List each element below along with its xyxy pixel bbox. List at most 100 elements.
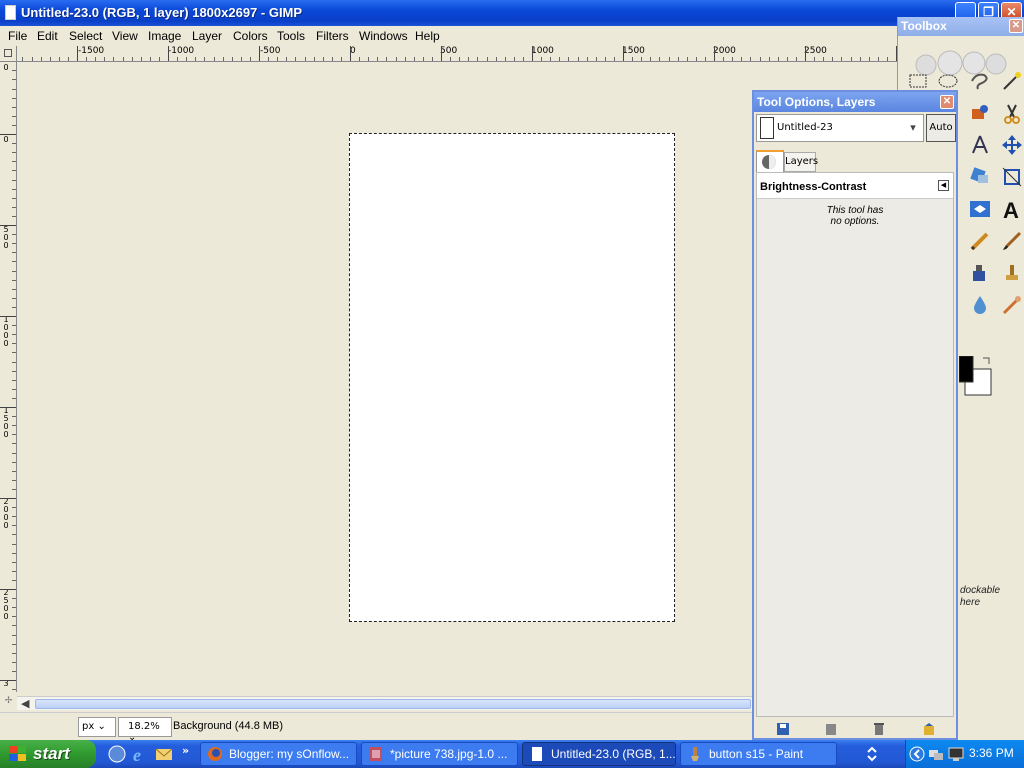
ruler-tick bbox=[0, 680, 16, 681]
menu-windows[interactable]: Windows bbox=[359, 29, 408, 43]
network-icon[interactable] bbox=[928, 746, 944, 762]
menu-image[interactable]: Image bbox=[148, 29, 181, 43]
task-label: Blogger: my sOnflow... bbox=[229, 747, 350, 761]
menu-tools[interactable]: Tools bbox=[277, 29, 305, 43]
clone-icon[interactable] bbox=[1000, 261, 1024, 285]
svg-text:e: e bbox=[133, 745, 141, 763]
ruler-tick bbox=[814, 57, 816, 61]
scissors-icon[interactable] bbox=[1000, 101, 1024, 125]
menu-file[interactable]: File bbox=[8, 29, 27, 43]
quick-mask-toggle[interactable] bbox=[0, 46, 17, 62]
flip-icon[interactable] bbox=[968, 197, 992, 221]
ruler-tick bbox=[777, 57, 779, 61]
free-select-icon[interactable] bbox=[968, 69, 992, 93]
monitor-icon[interactable] bbox=[948, 746, 964, 762]
unit-select[interactable]: px ⌄ bbox=[78, 717, 116, 737]
ruler-tick bbox=[823, 57, 825, 61]
internet-explorer-icon[interactable]: e bbox=[132, 745, 150, 763]
toolbox-close-button[interactable]: ✕ bbox=[1009, 19, 1023, 33]
task-paint[interactable]: button s15 - Paint bbox=[680, 742, 837, 766]
start-label: start bbox=[33, 744, 70, 763]
task-picture[interactable]: *picture 738.jpg-1.0 ... bbox=[361, 742, 518, 766]
ruler-tick bbox=[786, 57, 788, 61]
tool-options-panel: Brightness-Contrast ◀ This tool has no o… bbox=[756, 172, 954, 717]
fg-bg-color-swatch[interactable] bbox=[959, 356, 999, 401]
menu-view[interactable]: View bbox=[112, 29, 138, 43]
task-blogger[interactable]: Blogger: my sOnflow... bbox=[200, 742, 357, 766]
taskbar: start e » Blogger: my sOnflow... *pictur… bbox=[0, 740, 1024, 768]
ruler-label: 1000 bbox=[3, 315, 9, 348]
horizontal-ruler[interactable]: -1500 -1000 -500 0 500 1000 1500 2000 25… bbox=[17, 46, 897, 62]
tab-tool-options[interactable] bbox=[756, 150, 784, 172]
no-options-line: This tool has bbox=[826, 205, 884, 216]
crop-icon[interactable] bbox=[1000, 165, 1024, 189]
vertical-ruler[interactable]: 0 0 500 1000 1500 2000 2500 3 bbox=[0, 62, 17, 692]
ruler-label: -1000 bbox=[168, 46, 195, 56]
tray-expand-icon[interactable] bbox=[909, 746, 925, 762]
ruler-tick bbox=[859, 57, 861, 61]
color-select-icon[interactable] bbox=[968, 101, 992, 125]
show-desktop-icon[interactable] bbox=[108, 745, 126, 763]
outlook-express-icon[interactable] bbox=[155, 745, 173, 763]
move-icon[interactable] bbox=[1000, 133, 1024, 157]
window-titlebar[interactable]: Untitled-23.0 (RGB, 1 layer) 1800x2697 -… bbox=[0, 0, 1024, 26]
taskbar-scroll-icon[interactable] bbox=[865, 744, 879, 764]
start-button[interactable]: start bbox=[0, 740, 96, 768]
panel-menu-icon[interactable]: ◀ bbox=[938, 180, 949, 191]
scrollbar-thumb[interactable] bbox=[35, 699, 751, 709]
menu-edit[interactable]: Edit bbox=[37, 29, 58, 43]
reset-options-icon[interactable] bbox=[922, 722, 936, 736]
menu-select[interactable]: Select bbox=[69, 29, 102, 43]
toolbox-title: Toolbox bbox=[901, 19, 947, 33]
firefox-icon bbox=[208, 747, 222, 761]
scroll-left-icon[interactable]: ◀ bbox=[21, 697, 29, 710]
blur-icon[interactable] bbox=[968, 293, 992, 317]
tool-options-dock: Tool Options, Layers ✕ Untitled-23 ▾ Aut… bbox=[752, 90, 958, 740]
toolbox-titlebar[interactable]: Toolbox ✕ bbox=[898, 17, 1024, 36]
menubar: File Edit Select View Image Layer Colors… bbox=[0, 26, 900, 46]
ruler-tick bbox=[877, 57, 879, 61]
image-selector[interactable]: Untitled-23 ▾ bbox=[756, 114, 924, 142]
text-icon[interactable]: A bbox=[1000, 197, 1024, 221]
smudge-icon[interactable] bbox=[1000, 293, 1024, 317]
menu-filters[interactable]: Filters bbox=[316, 29, 349, 43]
ruler-label: 500 bbox=[440, 46, 458, 56]
navigate-icon[interactable]: ✢ bbox=[0, 696, 17, 710]
image-thumbnail bbox=[760, 117, 774, 139]
dock-titlebar[interactable]: Tool Options, Layers ✕ bbox=[754, 92, 956, 112]
paintbrush-icon[interactable] bbox=[1000, 229, 1024, 253]
auto-button[interactable]: Auto bbox=[926, 114, 956, 142]
pencil-icon[interactable] bbox=[968, 229, 992, 253]
zoom-select[interactable]: 18.2% ⌄ bbox=[118, 717, 172, 743]
tab-layers[interactable]: Layers bbox=[784, 152, 818, 172]
ruler-label: 2000 bbox=[3, 497, 9, 530]
delete-options-icon[interactable] bbox=[872, 722, 886, 736]
zoom-value: 18.2% bbox=[128, 721, 160, 732]
menu-layer[interactable]: Layer bbox=[192, 29, 222, 43]
restore-options-icon[interactable] bbox=[824, 722, 838, 736]
fuzzy-select-icon[interactable] bbox=[1000, 69, 1024, 93]
paths-icon[interactable] bbox=[968, 133, 992, 157]
save-options-icon[interactable] bbox=[776, 722, 790, 736]
ruler-label: 1500 bbox=[3, 406, 9, 439]
dock-close-button[interactable]: ✕ bbox=[940, 95, 954, 109]
ruler-label: -1500 bbox=[78, 46, 105, 56]
clock: 3:36 PM bbox=[969, 746, 1014, 760]
color-picker-icon[interactable] bbox=[968, 165, 992, 189]
chevron-down-icon[interactable]: ▾ bbox=[905, 117, 921, 139]
ruler-label: 2500 bbox=[3, 588, 9, 621]
ruler-tick bbox=[0, 225, 16, 226]
ruler-tick bbox=[350, 46, 351, 61]
menu-colors[interactable]: Colors bbox=[233, 29, 268, 43]
image-canvas[interactable] bbox=[349, 133, 675, 622]
ruler-label: 0 bbox=[3, 135, 9, 144]
ruler-tick bbox=[714, 46, 715, 61]
task-untitled-gimp[interactable]: Untitled-23.0 (RGB, 1... bbox=[522, 742, 676, 766]
menu-help[interactable]: Help bbox=[415, 29, 440, 43]
ruler-tick bbox=[759, 57, 761, 61]
dock-hint-line: here bbox=[960, 597, 981, 608]
horizontal-scrollbar[interactable]: ◀ bbox=[17, 696, 752, 710]
quicklaunch-more[interactable]: » bbox=[182, 744, 189, 757]
ink-icon[interactable] bbox=[968, 261, 992, 285]
ruler-label: 1500 bbox=[622, 46, 645, 56]
